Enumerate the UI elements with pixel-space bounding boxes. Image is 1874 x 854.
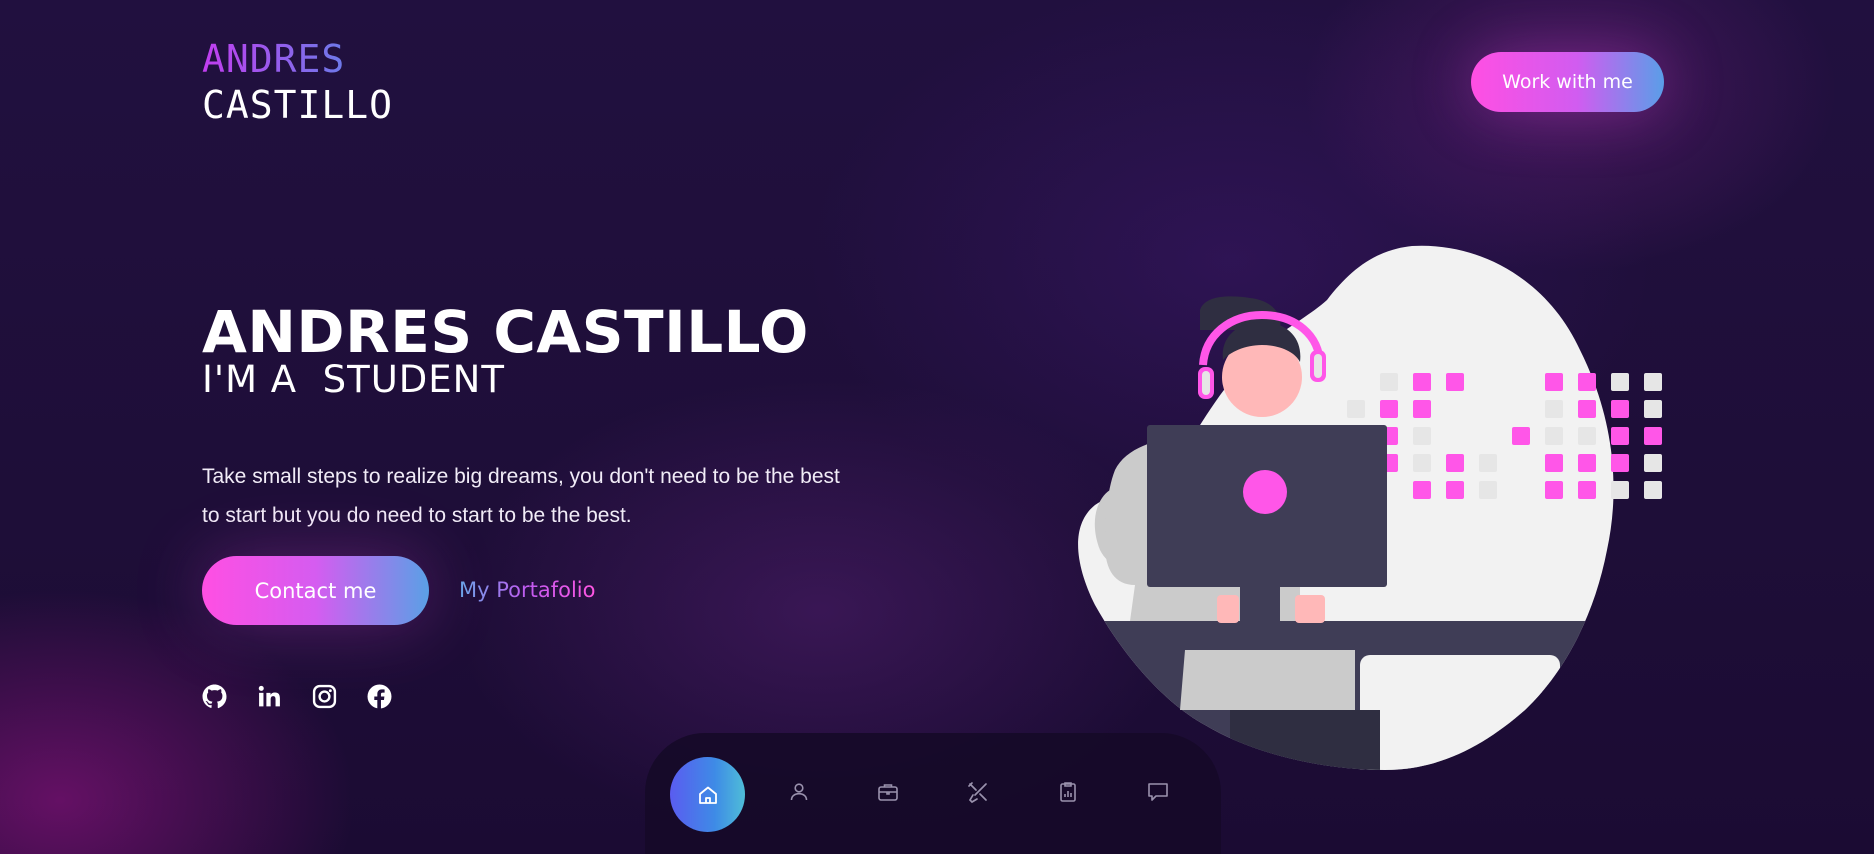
nav-skills-button[interactable] bbox=[964, 778, 992, 806]
nav-home-button[interactable] bbox=[670, 757, 745, 832]
nav-contact-button[interactable] bbox=[1144, 778, 1172, 806]
developer-illustration bbox=[1078, 245, 1662, 771]
hero-role-prefix: I'M A bbox=[202, 358, 310, 401]
chat-icon bbox=[1148, 783, 1168, 801]
github-icon[interactable] bbox=[202, 684, 227, 709]
briefcase-icon bbox=[878, 784, 898, 801]
clipboard-chart-icon bbox=[1060, 782, 1076, 802]
logo-first-name: ANDRES bbox=[202, 36, 393, 82]
nav-projects-button[interactable] bbox=[1054, 778, 1082, 806]
logo-last-name: CASTILLO bbox=[202, 83, 394, 127]
work-with-me-button[interactable]: Work with me bbox=[1471, 52, 1664, 112]
site-logo[interactable]: ANDRES CASTILLO bbox=[202, 36, 393, 128]
hero-role: I'M A STUDENT bbox=[202, 358, 505, 402]
nav-experience-button[interactable] bbox=[874, 778, 902, 806]
social-links bbox=[202, 684, 392, 709]
hero-quote: Take small steps to realize big dreams, … bbox=[202, 465, 840, 527]
user-icon bbox=[790, 783, 808, 801]
contact-me-button[interactable]: Contact me bbox=[202, 556, 429, 625]
hero-role-text: STUDENT bbox=[309, 358, 505, 401]
linkedin-icon[interactable] bbox=[257, 684, 282, 709]
my-portfolio-link[interactable]: My Portafolio bbox=[459, 576, 595, 604]
tools-icon bbox=[968, 782, 987, 804]
facebook-icon[interactable] bbox=[367, 684, 392, 709]
hero-name: ANDRES CASTILLO bbox=[202, 298, 809, 366]
bottom-navigation bbox=[645, 733, 1221, 854]
instagram-icon[interactable] bbox=[312, 684, 337, 709]
nav-about-button[interactable] bbox=[785, 778, 813, 806]
home-icon bbox=[698, 786, 717, 804]
